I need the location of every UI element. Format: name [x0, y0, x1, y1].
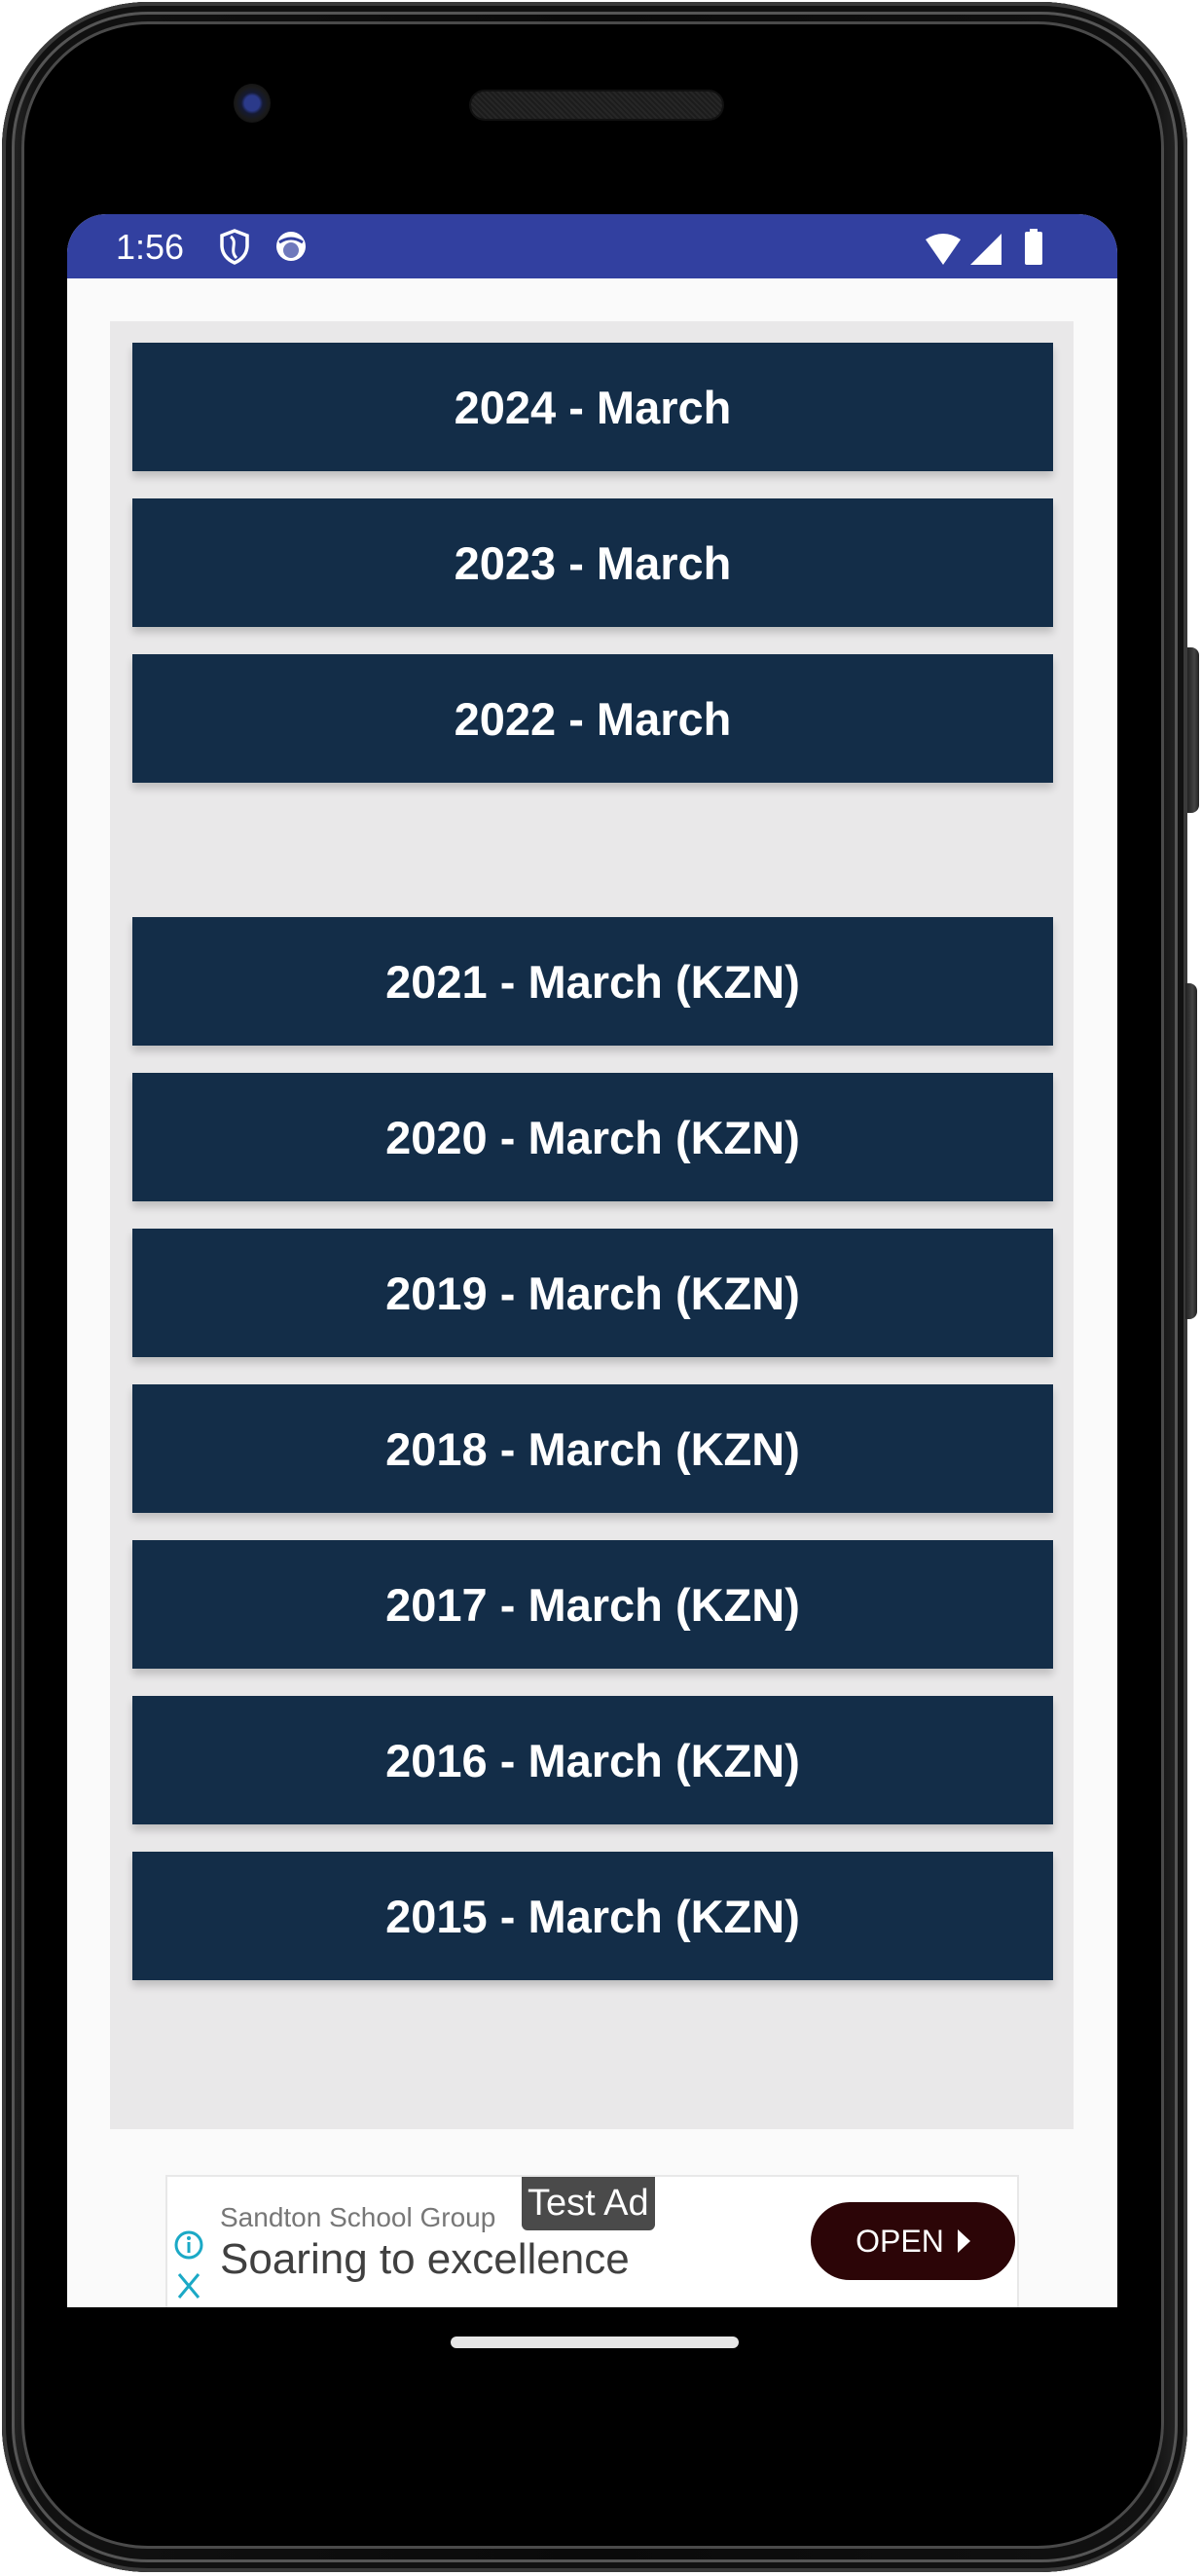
exam-button-2018-march-kzn[interactable]: 2018 - March (KZN): [132, 1384, 1053, 1513]
wifi-icon: [926, 234, 961, 265]
status-time: 1:56: [116, 227, 185, 267]
front-camera: [234, 84, 271, 123]
ad-banner[interactable]: Sandton School Group Test Ad Soaring to …: [165, 2175, 1019, 2307]
volume-button: [1185, 983, 1197, 1319]
earpiece-speaker: [471, 92, 722, 119]
exam-button-2016-march-kzn[interactable]: 2016 - March (KZN): [132, 1696, 1053, 1824]
close-icon[interactable]: [175, 2270, 202, 2301]
exam-button-2015-march-kzn[interactable]: 2015 - March (KZN): [132, 1852, 1053, 1980]
ad-open-label: OPEN: [856, 2223, 944, 2259]
exam-button-2021-march-kzn[interactable]: 2021 - March (KZN): [132, 917, 1053, 1046]
exam-button-2024-march[interactable]: 2024 - March: [132, 343, 1053, 471]
ad-open-button[interactable]: OPEN: [811, 2202, 1015, 2280]
screen: 1:56 2024 - March 2023 - March 2022 - Ma…: [67, 214, 1117, 2307]
cellular-signal-icon: [970, 234, 1002, 265]
exam-list-panel: 2024 - March 2023 - March 2022 - March 2…: [110, 321, 1074, 2129]
battery-icon: [1025, 229, 1042, 265]
test-ad-badge: Test Ad: [522, 2177, 655, 2230]
exam-button-2019-march-kzn[interactable]: 2019 - March (KZN): [132, 1229, 1053, 1357]
exam-button-2017-march-kzn[interactable]: 2017 - March (KZN): [132, 1540, 1053, 1669]
play-arrow-icon: [957, 2229, 970, 2253]
face-icon: [276, 232, 306, 261]
exam-button-2022-march[interactable]: 2022 - March: [132, 654, 1053, 783]
power-button: [1187, 647, 1199, 813]
home-indicator[interactable]: [451, 2337, 739, 2348]
ad-advertiser: Sandton School Group: [220, 2202, 496, 2232]
shield-icon: [220, 229, 249, 265]
exam-button-2023-march[interactable]: 2023 - March: [132, 498, 1053, 627]
exam-button-2020-march-kzn[interactable]: 2020 - March (KZN): [132, 1073, 1053, 1201]
status-bar: 1:56: [67, 214, 1117, 278]
ad-headline: Soaring to excellence: [220, 2235, 630, 2283]
info-icon[interactable]: [173, 2229, 204, 2261]
